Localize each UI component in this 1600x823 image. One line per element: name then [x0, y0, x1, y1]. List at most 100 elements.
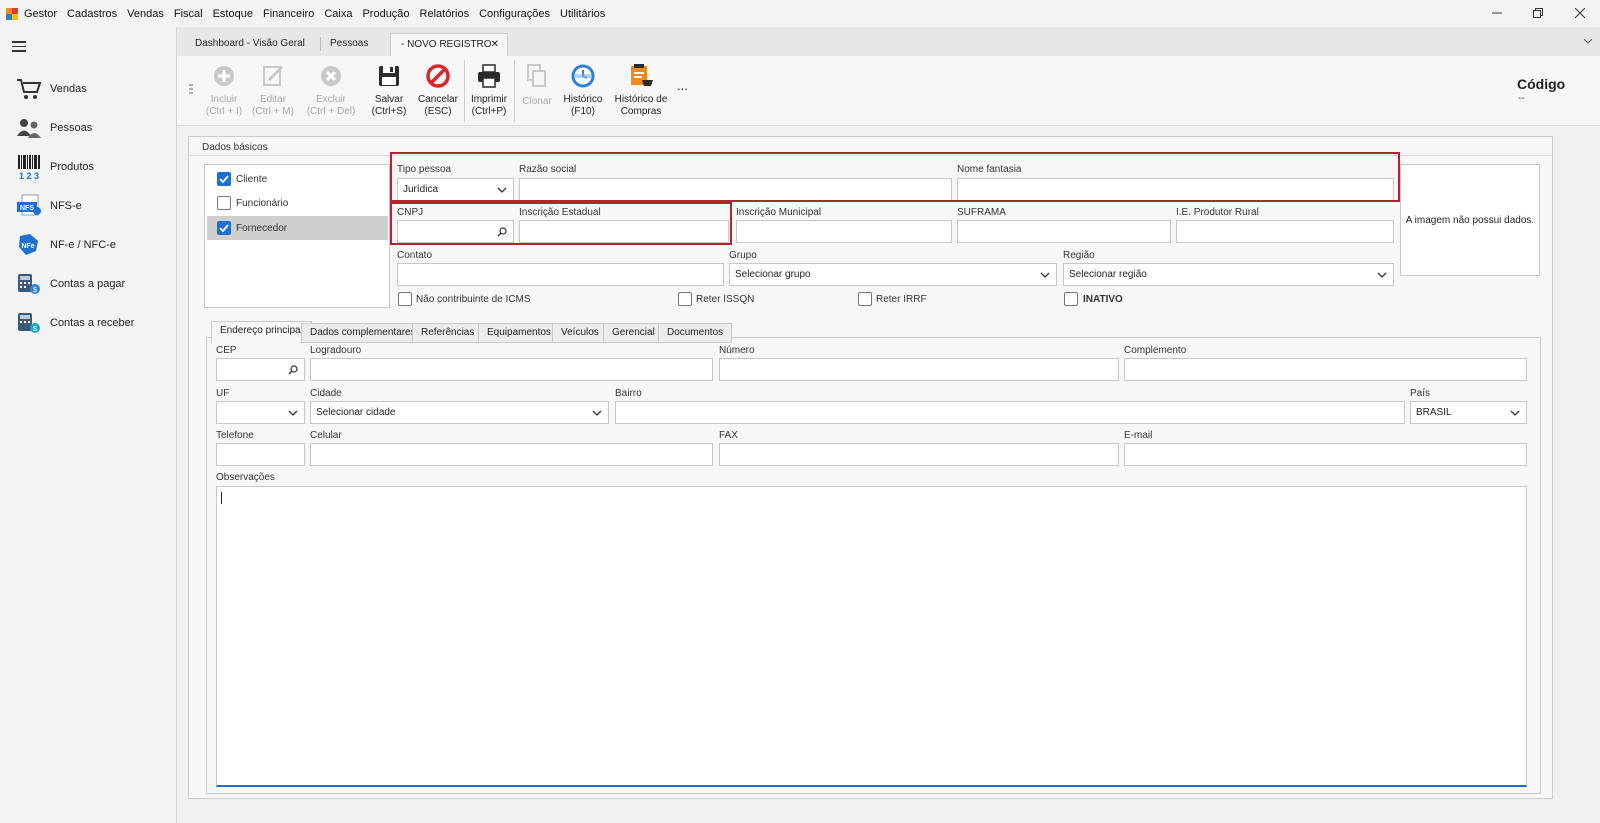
flag-inativo[interactable]: INATIVO	[1064, 292, 1164, 308]
subtab-endereco-principal[interactable]: Endereço principal	[211, 321, 312, 343]
complemento-input[interactable]	[1124, 358, 1527, 381]
ie-produtor-rural-input[interactable]	[1176, 220, 1394, 243]
svg-text:$: $	[33, 287, 37, 294]
cart-icon	[16, 76, 42, 102]
sidebar-item-contas-receber[interactable]: $ Contas a receber	[16, 309, 134, 337]
minimize-icon	[1492, 12, 1502, 14]
drag-handle-icon[interactable]	[189, 84, 193, 96]
flag-reter-issqn[interactable]: Reter ISSQN	[678, 292, 778, 308]
historico-shortcut: (F10)	[571, 106, 595, 117]
more-options-button[interactable]: ...	[677, 79, 688, 92]
contato-input[interactable]	[397, 263, 724, 286]
sidebar-item-contas-pagar[interactable]: $ Contas a pagar	[16, 270, 125, 298]
excluir-shortcut: (Ctrl + Del)	[306, 106, 356, 117]
sidebar-item-nfse[interactable]: NFS NFS-e	[16, 192, 82, 220]
telefone-input[interactable]	[216, 443, 305, 466]
role-cliente[interactable]: Cliente	[209, 168, 385, 190]
hamburger-menu-icon[interactable]	[12, 41, 26, 52]
tab-overflow-chevron-icon[interactable]	[1584, 39, 1592, 45]
subtab-veiculos[interactable]: Veículos	[552, 323, 608, 343]
highlight-box-row1	[390, 152, 1400, 202]
menu-producao[interactable]: Produção	[357, 8, 414, 20]
incluir-button[interactable]: Incluir (Ctrl + I)	[204, 62, 244, 118]
role-fornecedor[interactable]: Fornecedor	[207, 216, 388, 240]
save-icon	[375, 62, 403, 90]
celular-label: Celular	[310, 430, 342, 441]
menu-cadastros[interactable]: Cadastros	[62, 8, 122, 20]
document-tab-strip: Dashboard - Visão Geral Pessoas - NOVO R…	[177, 27, 1600, 57]
imprimir-button[interactable]: Imprimir (Ctrl+P)	[467, 62, 511, 118]
menu-relatorios[interactable]: Relatórios	[415, 8, 475, 20]
flag-nao-contribuinte-checkbox[interactable]	[398, 292, 412, 306]
flag-reter-irrf[interactable]: Reter IRRF	[858, 292, 958, 308]
excluir-button[interactable]: Excluir (Ctrl + Del)	[306, 62, 356, 118]
historico-button[interactable]: Histórico (F10)	[561, 62, 605, 118]
sidebar-item-pessoas[interactable]: Pessoas	[16, 114, 92, 142]
chevron-down-icon	[1040, 272, 1050, 278]
minimize-window-button[interactable]	[1482, 4, 1512, 24]
tab-label: Pessoas	[330, 38, 369, 49]
subtab-documentos[interactable]: Documentos	[658, 323, 733, 343]
sidebar-item-vendas[interactable]: Vendas	[16, 75, 87, 103]
flag-reter-issqn-checkbox[interactable]	[678, 292, 692, 306]
cidade-select[interactable]: Selecionar cidade	[310, 401, 609, 424]
uf-select[interactable]	[216, 401, 305, 424]
complemento-label: Complemento	[1124, 345, 1187, 356]
role-fornecedor-checkbox[interactable]	[217, 221, 231, 235]
tab-pessoas[interactable]: Pessoas	[320, 33, 378, 57]
contato-label: Contato	[397, 250, 433, 261]
photo-placeholder[interactable]: A imagem não possui dados.	[1400, 164, 1540, 276]
flag-inativo-checkbox[interactable]	[1064, 292, 1078, 306]
tab-label: Dashboard - Visão Geral	[195, 38, 305, 49]
role-funcionario[interactable]: Funcionário	[209, 192, 385, 214]
tab-dashboard[interactable]: Dashboard - Visão Geral	[185, 33, 315, 57]
role-cliente-checkbox[interactable]	[217, 172, 231, 186]
pais-select[interactable]: BRASIL	[1410, 401, 1527, 424]
logradouro-input[interactable]	[310, 358, 713, 381]
search-icon[interactable]	[288, 365, 298, 375]
menu-financeiro[interactable]: Financeiro	[258, 8, 319, 20]
role-cliente-label: Cliente	[236, 174, 268, 185]
editar-button[interactable]: Editar (Ctrl + M)	[251, 62, 295, 118]
barcode-icon: 1 2 3	[16, 154, 42, 180]
subtab-equipamentos[interactable]: Equipamentos	[478, 323, 560, 343]
grupo-select[interactable]: Selecionar grupo	[729, 263, 1057, 286]
sidebar-item-produtos[interactable]: 1 2 3 Produtos	[16, 153, 94, 181]
close-tab-icon[interactable]: ✕	[491, 34, 499, 56]
menu-app-name[interactable]: Gestor	[24, 8, 62, 20]
close-window-button[interactable]	[1565, 4, 1595, 24]
flag-reter-irrf-checkbox[interactable]	[858, 292, 872, 306]
restore-window-button[interactable]	[1523, 4, 1553, 24]
regiao-select[interactable]: Selecionar região	[1063, 263, 1394, 286]
printer-icon	[475, 62, 503, 90]
historico-compras-button[interactable]: Histórico de Compras	[611, 62, 671, 118]
menu-utilitarios[interactable]: Utilitários	[555, 8, 610, 20]
codigo-label: Código	[1517, 76, 1566, 92]
menu-caixa[interactable]: Caixa	[319, 8, 357, 20]
subtab-referencias[interactable]: Referências	[412, 323, 484, 343]
tab-novo-registro[interactable]: - NOVO REGISTRO ✕	[390, 33, 508, 57]
role-funcionario-checkbox[interactable]	[217, 196, 231, 210]
clonar-button[interactable]: Clonar	[520, 62, 554, 108]
sidebar-item-nfe[interactable]: NFe NF-e / NFC-e	[16, 231, 116, 259]
subtab-dados-complementares[interactable]: Dados complementares	[301, 323, 425, 343]
cancelar-button[interactable]: Cancelar (ESC)	[415, 62, 461, 118]
menu-configuracoes[interactable]: Configurações	[474, 8, 555, 20]
menu-fiscal[interactable]: Fiscal	[169, 8, 208, 20]
subtab-gerencial[interactable]: Gerencial	[603, 323, 664, 343]
fax-input[interactable]	[719, 443, 1119, 466]
salvar-button[interactable]: Salvar (Ctrl+S)	[370, 62, 408, 118]
menu-vendas[interactable]: Vendas	[122, 8, 169, 20]
observacoes-textarea[interactable]	[216, 486, 1527, 787]
email-input[interactable]	[1124, 443, 1527, 466]
cep-input[interactable]	[216, 358, 305, 381]
bairro-input[interactable]	[615, 401, 1405, 424]
incluir-shortcut: (Ctrl + I)	[205, 106, 243, 117]
flag-nao-contribuinte[interactable]: Não contribuinte de ICMS	[398, 292, 598, 308]
celular-input[interactable]	[310, 443, 713, 466]
inscricao-municipal-input[interactable]	[736, 220, 952, 243]
numero-input[interactable]	[719, 358, 1119, 381]
sidebar-item-label: Vendas	[50, 83, 87, 95]
suframa-input[interactable]	[957, 220, 1171, 243]
menu-estoque[interactable]: Estoque	[208, 8, 258, 20]
